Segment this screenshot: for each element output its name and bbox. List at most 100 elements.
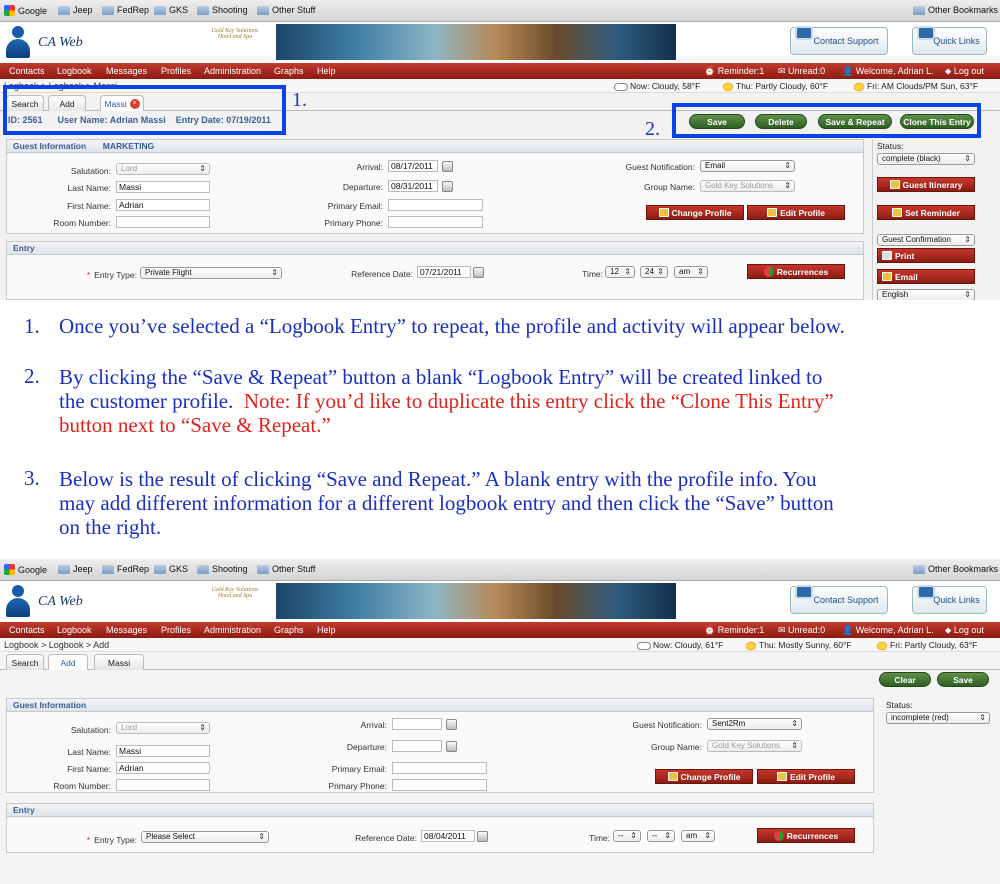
nav-contacts[interactable]: Contacts: [9, 66, 45, 76]
recurrences-button[interactable]: Recurrences: [757, 828, 855, 843]
bookmark-gks[interactable]: GKS: [154, 5, 188, 15]
nav-administration[interactable]: Administration: [204, 66, 261, 76]
bookmark-shooting[interactable]: Shooting: [197, 564, 248, 574]
status-select[interactable]: complete (black): [877, 153, 975, 165]
bookmark-other-bookmarks[interactable]: Other Bookmarks: [913, 5, 998, 15]
nav-logbook[interactable]: Logbook: [57, 625, 92, 635]
group-name-select[interactable]: Gold Key Solutions: [700, 180, 795, 192]
folder-icon: [913, 564, 925, 574]
salutation-select[interactable]: Lord: [116, 722, 210, 734]
nav-profiles[interactable]: Profiles: [161, 66, 191, 76]
contact-support-button[interactable]: Contact Support: [790, 585, 888, 614]
bookmark-jeep[interactable]: Jeep: [58, 564, 93, 574]
tab-add[interactable]: Add: [48, 654, 88, 670]
logout-link[interactable]: ⬥ Log out: [945, 66, 984, 77]
guest-information-panel: Guest Information MARKETING Salutation: …: [6, 139, 864, 234]
reminder-link[interactable]: ⏰ Reminder:1: [704, 625, 764, 636]
calendar-icon[interactable]: [446, 719, 457, 730]
nav-help[interactable]: Help: [317, 66, 336, 76]
calendar-icon[interactable]: [442, 161, 453, 172]
nav-administration[interactable]: Administration: [204, 625, 261, 635]
language-select[interactable]: English: [877, 289, 975, 300]
nav-graphs[interactable]: Graphs: [274, 625, 304, 635]
bookmark-shooting[interactable]: Shooting: [197, 5, 248, 15]
email-button[interactable]: Email: [877, 269, 975, 284]
first-name-input[interactable]: Adrian: [116, 199, 210, 211]
room-number-input[interactable]: [116, 779, 210, 791]
first-name-input[interactable]: Adrian: [116, 762, 210, 774]
save-button[interactable]: Save: [937, 672, 989, 687]
edit-profile-button[interactable]: Edit Profile: [757, 769, 855, 784]
sun-icon: [745, 640, 757, 651]
last-name-input[interactable]: Massi: [116, 745, 210, 757]
quick-links-button[interactable]: Quick Links: [912, 26, 987, 55]
primary-phone-input[interactable]: [392, 779, 487, 791]
bookmark-google[interactable]: gGoogle: [4, 5, 47, 16]
guest-notification-select[interactable]: Sent2Rm: [707, 718, 802, 730]
last-name-input[interactable]: Massi: [116, 181, 210, 193]
calendar-icon[interactable]: [473, 267, 484, 278]
tab-strip: Search Add Massi: [0, 652, 1000, 670]
contact-support-button[interactable]: Contact Support: [790, 26, 888, 55]
primary-email-input[interactable]: [388, 199, 483, 211]
bookmark-gks[interactable]: GKS: [154, 564, 188, 574]
bookmark-other-stuff[interactable]: Other Stuff: [257, 564, 315, 574]
bookmark-fedrep[interactable]: FedRep: [102, 5, 149, 15]
reminder-link[interactable]: ⏰ Reminder:1: [704, 66, 764, 77]
room-number-input[interactable]: [116, 216, 210, 228]
entry-type-select[interactable]: Please Select: [141, 831, 269, 843]
departure-label: Departure:: [342, 182, 383, 192]
arrival-input[interactable]: [392, 718, 442, 730]
reference-date-input[interactable]: 08/04/2011: [421, 830, 475, 842]
nav-messages[interactable]: Messages: [106, 625, 147, 635]
bookmark-fedrep[interactable]: FedRep: [102, 564, 149, 574]
time-ampm-select[interactable]: am: [681, 830, 715, 842]
nav-contacts[interactable]: Contacts: [9, 625, 45, 635]
change-profile-button[interactable]: Change Profile: [655, 769, 753, 784]
time-minute-select[interactable]: 24: [640, 266, 668, 278]
nav-logbook[interactable]: Logbook: [57, 66, 92, 76]
time-hour-select[interactable]: --: [613, 830, 641, 842]
recurrences-button[interactable]: Recurrences: [747, 264, 845, 279]
unread-link[interactable]: ✉ Unread:0: [778, 66, 825, 77]
bookmark-google[interactable]: gGoogle: [4, 564, 47, 575]
departure-input[interactable]: [392, 740, 442, 752]
time-ampm-select[interactable]: am: [674, 266, 708, 278]
group-name-select[interactable]: Gold Key Solutions: [707, 740, 802, 752]
nav-help[interactable]: Help: [317, 625, 336, 635]
nav-messages[interactable]: Messages: [106, 66, 147, 76]
primary-phone-input[interactable]: [388, 216, 483, 228]
bookmark-other-bookmarks[interactable]: Other Bookmarks: [913, 564, 998, 574]
tab-search[interactable]: Search: [6, 654, 44, 670]
logout-link[interactable]: ⬥ Log out: [945, 625, 984, 636]
departure-input[interactable]: 08/31/2011: [388, 180, 438, 192]
reference-date-input[interactable]: 07/21/2011: [417, 266, 471, 278]
calendar-icon[interactable]: [477, 831, 488, 842]
clear-button[interactable]: Clear: [879, 672, 931, 687]
calendar-icon[interactable]: [446, 741, 457, 752]
bookmark-jeep[interactable]: Jeep: [58, 5, 93, 15]
primary-email-input[interactable]: [392, 762, 487, 774]
confirmation-select[interactable]: Guest Confirmation: [877, 234, 975, 246]
nav-profiles[interactable]: Profiles: [161, 625, 191, 635]
entry-type-select[interactable]: Private Flight: [140, 267, 282, 279]
bookmark-other-stuff[interactable]: Other Stuff: [257, 5, 315, 15]
entry-panel: Entry *Entry Type: Private Flight Refere…: [6, 241, 864, 300]
edit-profile-button[interactable]: Edit Profile: [747, 205, 845, 220]
nav-graphs[interactable]: Graphs: [274, 66, 304, 76]
unread-link[interactable]: ✉ Unread:0: [778, 625, 825, 636]
salutation-select[interactable]: Lord: [116, 163, 210, 175]
time-hour-select[interactable]: 12: [605, 266, 635, 278]
change-profile-button[interactable]: Change Profile: [646, 205, 744, 220]
calendar-icon[interactable]: [442, 181, 453, 192]
status-select[interactable]: incomplete (red): [886, 712, 990, 724]
arrival-input[interactable]: 08/17/2011: [388, 160, 438, 172]
guest-notification-select[interactable]: Email: [700, 160, 795, 172]
folder-icon: [58, 5, 70, 15]
print-button[interactable]: Print: [877, 248, 975, 263]
guest-itinerary-button[interactable]: Guest Itinerary: [877, 177, 975, 192]
tab-massi[interactable]: Massi: [94, 654, 144, 670]
time-minute-select[interactable]: --: [647, 830, 675, 842]
quick-links-button[interactable]: Quick Links: [912, 585, 987, 614]
set-reminder-button[interactable]: Set Reminder: [877, 205, 975, 220]
